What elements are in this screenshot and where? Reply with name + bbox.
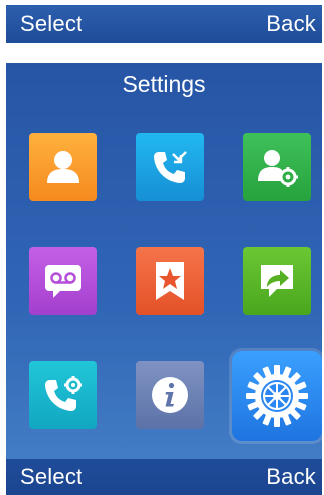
bottom-select-softkey[interactable]: Select	[20, 464, 82, 490]
phone-arrows-icon	[154, 151, 187, 183]
favorites-tile[interactable]	[136, 247, 204, 315]
top-back-softkey[interactable]: Back	[266, 11, 316, 37]
contacts-tile[interactable]	[29, 133, 97, 201]
phone-gear-icon	[45, 376, 82, 411]
call-history-tile[interactable]	[136, 133, 204, 201]
settings-tile[interactable]	[232, 351, 322, 441]
person-icon	[47, 151, 79, 183]
top-select-softkey[interactable]: Select	[20, 11, 82, 37]
bottom-back-softkey[interactable]: Back	[266, 464, 316, 490]
bottom-softkey-bar: Select Back	[6, 459, 322, 495]
voicemail-tile[interactable]	[29, 247, 97, 315]
status-tile[interactable]	[136, 361, 204, 429]
person-gear-icon	[258, 150, 298, 187]
screen-title: Settings	[122, 71, 206, 97]
voicemail-icon	[45, 265, 81, 298]
screen-arrow-icon	[261, 265, 293, 297]
settings-screen: Settings Select Back	[6, 63, 322, 495]
call-features-tile[interactable]	[29, 361, 97, 429]
info-icon	[152, 377, 188, 413]
star-bookmark-icon	[156, 262, 184, 300]
top-softkey-bar: Select Back	[6, 5, 322, 43]
contact-settings-tile[interactable]	[243, 133, 311, 201]
gear-icon	[246, 365, 308, 427]
intercom-tile[interactable]	[243, 247, 311, 315]
